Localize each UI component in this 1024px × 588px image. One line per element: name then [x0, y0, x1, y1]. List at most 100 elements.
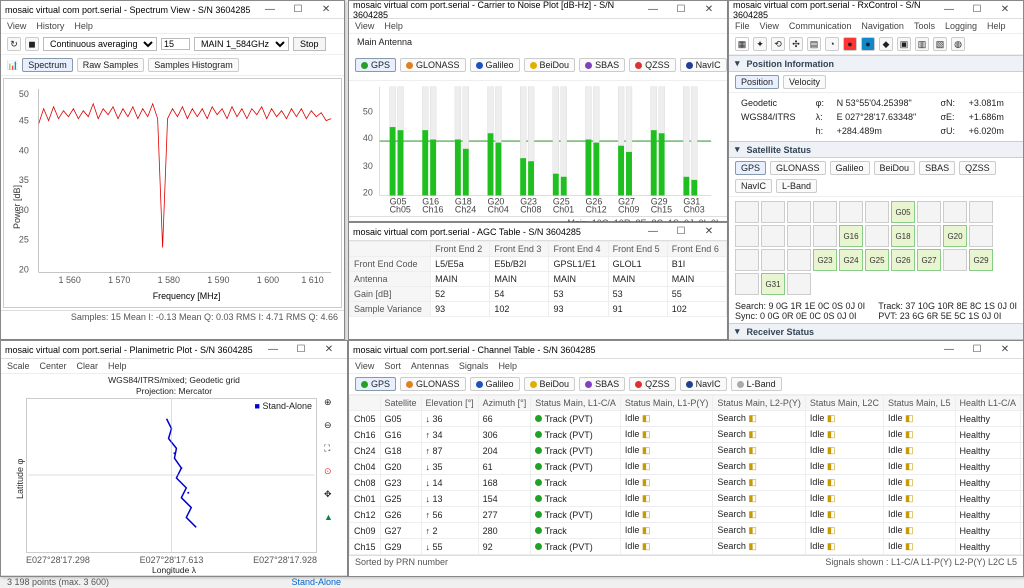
up-icon[interactable]: ▲: [324, 512, 344, 532]
sat-tab-l-band[interactable]: L-Band: [776, 179, 817, 193]
menu-ant[interactable]: Antennas: [411, 361, 449, 371]
tab-qzss[interactable]: QZSS: [629, 377, 676, 391]
sat-cell[interactable]: [787, 273, 811, 295]
sat-cell[interactable]: G25: [865, 249, 889, 271]
close-button[interactable]: ✕: [315, 342, 343, 358]
sat-cell[interactable]: [865, 225, 889, 247]
min-button[interactable]: —: [935, 342, 963, 358]
tab-galileo[interactable]: Galileo: [470, 58, 520, 72]
sat-tab-galileo[interactable]: Galileo: [830, 161, 870, 175]
max-button[interactable]: ☐: [667, 2, 695, 18]
menu-help[interactable]: Help: [498, 361, 517, 371]
rx-ico5[interactable]: ▤: [807, 37, 821, 51]
sat-cell[interactable]: [969, 225, 993, 247]
close-button[interactable]: ✕: [695, 2, 723, 18]
rx-ico6[interactable]: ◔: [825, 37, 839, 51]
sat-cell[interactable]: [943, 201, 967, 223]
tab-raw[interactable]: Raw Samples: [77, 58, 145, 72]
tab-glonass[interactable]: GLONASS: [400, 377, 466, 391]
rx-ico1[interactable]: ▦: [735, 37, 749, 51]
rx-ico2[interactable]: ✦: [753, 37, 767, 51]
table-row[interactable]: Ch01G25↓ 13154 TrackIdle ◧Search ◧Idle ◧…: [350, 491, 1024, 507]
avg-mode-select[interactable]: Continuous averaging: [43, 37, 157, 51]
sat-tab-qzss[interactable]: QZSS: [959, 161, 996, 175]
menu-view[interactable]: View: [7, 21, 26, 31]
sat-cell[interactable]: [917, 225, 941, 247]
avg-n-input[interactable]: [161, 38, 190, 50]
table-row[interactable]: Ch15G29↓ 5592 Track (PVT)Idle ◧Search ◧I…: [350, 539, 1024, 555]
menu-clear[interactable]: Clear: [77, 361, 99, 371]
cn0-titlebar[interactable]: mosaic virtual com port.serial - Carrier…: [349, 1, 727, 19]
menu-help[interactable]: Help: [108, 361, 127, 371]
menu-view[interactable]: View: [355, 361, 374, 371]
sat-cell[interactable]: G20: [943, 225, 967, 247]
sat-cell[interactable]: [735, 273, 759, 295]
max-button[interactable]: ☐: [284, 2, 312, 18]
menu-view[interactable]: View: [355, 21, 374, 31]
rx-ico12[interactable]: ▧: [933, 37, 947, 51]
rx-titlebar[interactable]: mosaic virtual com port.serial - RxContr…: [729, 1, 1023, 19]
menu-sort[interactable]: Sort: [384, 361, 401, 371]
menu-navigation[interactable]: Navigation: [861, 21, 904, 31]
table-row[interactable]: Ch08G23↓ 14168 TrackIdle ◧Search ◧Idle ◧…: [350, 475, 1024, 491]
sat-cell[interactable]: [787, 249, 811, 271]
sat-cell[interactable]: [761, 225, 785, 247]
sat-cell[interactable]: [787, 225, 811, 247]
rx-ico7[interactable]: ●: [843, 37, 857, 51]
min-button[interactable]: —: [256, 2, 284, 18]
sat-cell[interactable]: G31: [761, 273, 785, 295]
tab-beidou[interactable]: BeiDou: [524, 58, 576, 72]
menu-view[interactable]: View: [760, 21, 779, 31]
menu-help[interactable]: Help: [384, 21, 403, 31]
rx-ico3[interactable]: ⟲: [771, 37, 785, 51]
sat-cell[interactable]: G16: [839, 225, 863, 247]
rx-ico11[interactable]: ▥: [915, 37, 929, 51]
tab-sbas[interactable]: SBAS: [579, 377, 625, 391]
close-button[interactable]: ✕: [312, 2, 340, 18]
sat-cell[interactable]: G29: [969, 249, 993, 271]
menu-history[interactable]: History: [36, 21, 64, 31]
sat-tab-gps[interactable]: GPS: [735, 161, 766, 175]
table-row[interactable]: Ch16G16↑ 34306 Track (PVT)Idle ◧Search ◧…: [350, 427, 1024, 443]
table-row[interactable]: Ch24G18↑ 87204 Track (PVT)Idle ◧Search ◧…: [350, 443, 1024, 459]
rx-section-sat[interactable]: Satellite Status: [729, 141, 1023, 158]
table-row[interactable]: Ch04G20↓ 3561 Track (PVT)Idle ◧Search ◧I…: [350, 459, 1024, 475]
menu-center[interactable]: Center: [40, 361, 67, 371]
tab-navic[interactable]: NavIC: [680, 58, 727, 72]
sat-cell[interactable]: [761, 249, 785, 271]
sat-cell[interactable]: [735, 225, 759, 247]
max-button[interactable]: ☐: [963, 2, 991, 18]
rx-ico10[interactable]: ▣: [897, 37, 911, 51]
sat-cell[interactable]: [969, 201, 993, 223]
pan-icon[interactable]: ✥: [324, 489, 344, 509]
sat-tab-beidou[interactable]: BeiDou: [874, 161, 916, 175]
plan-titlebar[interactable]: mosaic virtual com port.serial - Planime…: [1, 341, 347, 359]
max-button[interactable]: ☐: [667, 224, 695, 240]
zoomout-icon[interactable]: ⊖: [324, 420, 344, 440]
sat-cell[interactable]: G24: [839, 249, 863, 271]
sat-cell[interactable]: [813, 201, 837, 223]
menu-help[interactable]: Help: [987, 21, 1006, 31]
menu-communication[interactable]: Communication: [789, 21, 852, 31]
agc-titlebar[interactable]: mosaic virtual com port.serial - AGC Tab…: [349, 223, 727, 241]
sat-cell[interactable]: [943, 249, 967, 271]
min-button[interactable]: —: [639, 2, 667, 18]
rx-ico8[interactable]: ●: [861, 37, 875, 51]
rx-section-rx[interactable]: Receiver Status: [729, 323, 1023, 340]
sat-cell[interactable]: [839, 201, 863, 223]
sat-cell[interactable]: G05: [891, 201, 915, 223]
sat-cell[interactable]: [735, 249, 759, 271]
tab-gps[interactable]: GPS: [355, 58, 396, 72]
sat-cell[interactable]: G23: [813, 249, 837, 271]
sat-cell[interactable]: [735, 201, 759, 223]
sat-tab-navic[interactable]: NavIC: [735, 179, 772, 193]
channel-titlebar[interactable]: mosaic virtual com port.serial - Channel…: [349, 341, 1023, 359]
table-row[interactable]: Ch12G26↑ 56277 Track (PVT)Idle ◧Search ◧…: [350, 507, 1024, 523]
reload-icon[interactable]: ↻: [7, 37, 21, 51]
stop-button[interactable]: Stop: [293, 37, 326, 51]
zoomin-icon[interactable]: ⊕: [324, 397, 344, 417]
spectrum-titlebar[interactable]: mosaic virtual com port.serial - Spectru…: [1, 1, 344, 19]
menu-tools[interactable]: Tools: [914, 21, 935, 31]
rx-ico4[interactable]: ✣: [789, 37, 803, 51]
band-select[interactable]: MAIN 1_584GHz: [194, 37, 289, 51]
